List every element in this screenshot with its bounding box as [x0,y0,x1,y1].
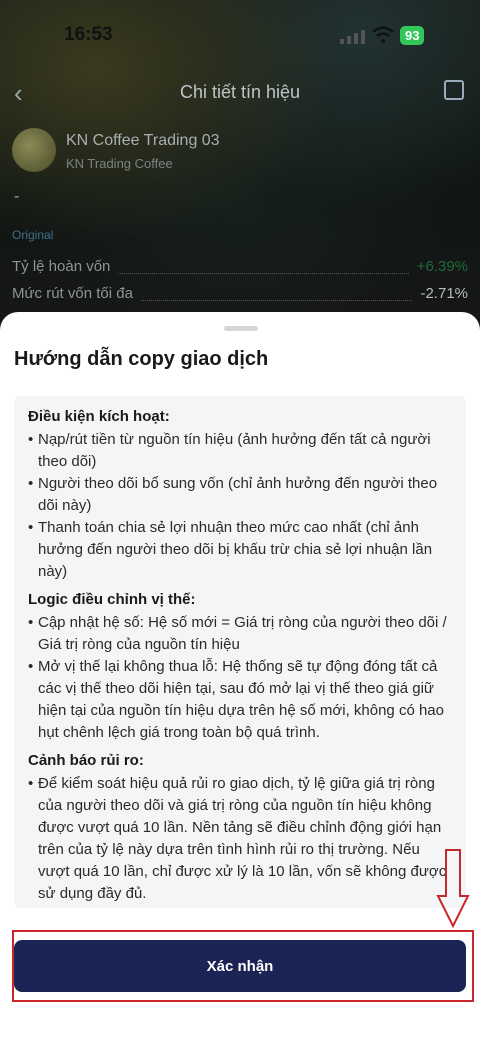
original-tag: Original [12,228,54,242]
stat-value: +6.39% [416,258,468,275]
section-list: Nạp/rút tiền từ nguồn tín hiệu (ảnh hưởn… [28,429,452,583]
provider-dash: - [14,188,20,205]
provider-subtitle: KN Trading Coffee [66,156,173,171]
status-time: 16:53 [64,24,113,45]
confirm-button[interactable]: Xác nhận [14,940,466,992]
stat-label: Tỷ lệ hoàn vốn [12,258,111,275]
avatar [12,128,56,172]
copy-guide-sheet: Hướng dẫn copy giao dịch Điều kiện kích … [0,312,480,1043]
sheet-grabber[interactable] [224,326,258,331]
status-bar: 16:53 93 [0,20,480,50]
stat-drawdown: Mức rút vốn tối đa -2.71% [12,285,468,307]
list-item: Cập nhật hệ số: Hệ số mới = Giá trị ròng… [28,612,452,656]
section-list: Cập nhật hệ số: Hệ số mới = Giá trị ròng… [28,612,452,744]
list-item: Nạp/rút tiền từ nguồn tín hiệu (ảnh hưởn… [28,429,452,473]
arrow-down-icon [436,849,470,928]
section-heading: Cảnh báo rủi ro: [28,752,144,769]
guide-content: Điều kiện kích hoạt: Nạp/rút tiền từ ngu… [14,396,466,908]
section-heading: Logic điều chỉnh vị thế: [28,591,196,608]
provider-header: KN Coffee Trading 03 KN Trading Coffee [12,128,220,172]
list-item: Để kiểm soát hiệu quả rủi ro giao dịch, … [28,773,452,905]
stat-label: Mức rút vốn tối đa [12,285,133,302]
stat-value: -2.71% [420,285,468,302]
section-heading: Điều kiện kích hoạt: [28,408,170,425]
page-title: Chi tiết tín hiệu [179,82,301,102]
stat-divider [140,285,413,301]
section-list: Để kiểm soát hiệu quả rủi ro giao dịch, … [28,773,452,905]
list-item: Mở vị thế lại không thua lỗ: Hệ thống sẽ… [28,656,452,744]
list-item: Thanh toán chia sẻ lợi nhuận theo mức ca… [28,517,452,583]
list-item: Người theo dõi bổ sung vốn (chỉ ảnh hưởn… [28,473,452,517]
wifi-icon [372,26,394,43]
stat-divider [118,258,409,274]
stat-return: Tỷ lệ hoàn vốn +6.39% [12,258,468,280]
share-icon[interactable] [444,80,464,100]
nav-bar: ‹ Chi tiết tín hiệu [0,76,480,110]
signal-icon [340,30,365,44]
sheet-title: Hướng dẫn copy giao dịch [14,348,269,370]
provider-name: KN Coffee Trading 03 [66,132,220,149]
battery-indicator: 93 [400,26,425,45]
